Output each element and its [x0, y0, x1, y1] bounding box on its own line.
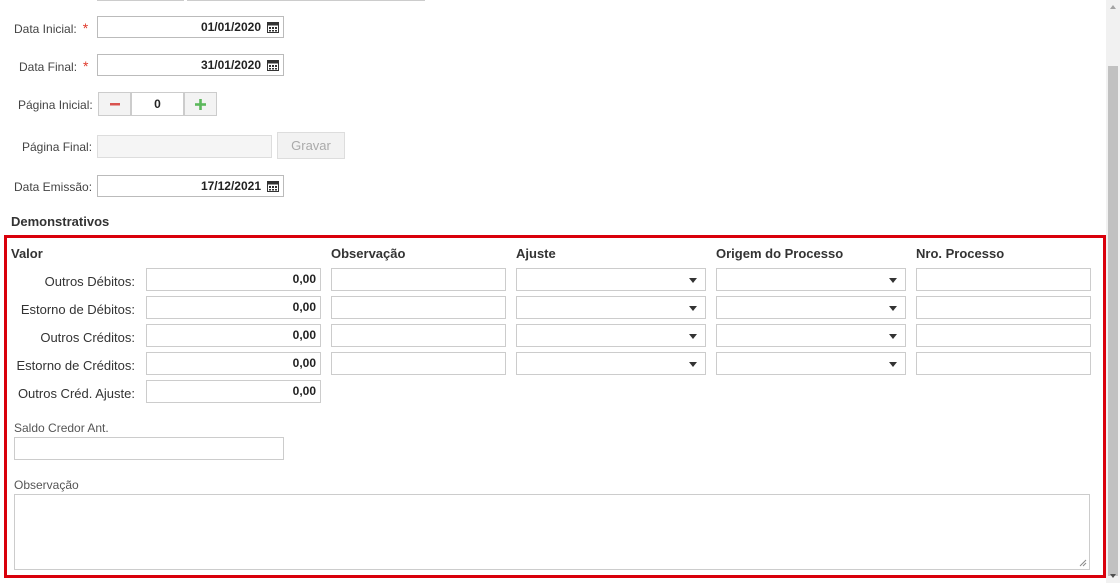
col-ajuste: Ajuste — [516, 246, 556, 261]
ajuste-select[interactable] — [516, 296, 706, 319]
required-marker: * — [83, 58, 89, 74]
nro-processo-input[interactable] — [916, 324, 1091, 347]
col-nro-processo: Nro. Processo — [916, 246, 1005, 261]
observacao-input[interactable] — [331, 296, 506, 319]
top-field-2[interactable] — [187, 0, 425, 1]
row-label: Outros Débitos: — [44, 274, 135, 289]
nro-processo-input[interactable] — [916, 268, 1091, 291]
col-observacao: Observação — [331, 246, 406, 261]
observacao-label: Observação — [14, 478, 79, 492]
chevron-down-icon — [889, 334, 897, 339]
required-marker: * — [82, 20, 89, 36]
row-label: Outros Créd. Ajuste: — [17, 386, 135, 401]
row-label: Outros Créditos: — [40, 330, 135, 345]
data-inicial-field[interactable]: 01/01/2020 — [97, 16, 284, 38]
chevron-down-icon — [889, 362, 897, 367]
saldo-credor-input[interactable] — [14, 437, 284, 460]
chevron-down-icon — [689, 362, 697, 367]
pagina-inicial-input[interactable]: 0 — [131, 92, 184, 116]
top-field-1[interactable] — [97, 0, 184, 1]
gravar-button[interactable]: Gravar — [277, 132, 345, 159]
origem-select[interactable] — [716, 324, 906, 347]
data-emissao-value: 17/12/2021 — [200, 179, 261, 193]
row-label: Estorno de Créditos: — [16, 358, 135, 373]
valor-input[interactable]: 0,00 — [146, 296, 321, 319]
chevron-down-icon — [689, 306, 697, 311]
data-emissao-field[interactable]: 17/12/2021 — [97, 175, 284, 197]
col-valor: Valor — [11, 246, 43, 261]
vertical-scrollbar[interactable] — [1106, 0, 1120, 583]
ajuste-select[interactable] — [516, 352, 706, 375]
decrement-button[interactable] — [98, 92, 131, 116]
data-inicial-label: Data Inicial: * — [14, 20, 89, 36]
origem-select[interactable] — [716, 352, 906, 375]
pagina-final-input[interactable] — [97, 135, 272, 158]
col-origem: Origem do Processo — [716, 246, 844, 261]
section-title: Demonstrativos — [11, 214, 110, 229]
saldo-credor-label: Saldo Credor Ant. — [14, 421, 109, 435]
valor-input[interactable]: 0,00 — [146, 352, 321, 375]
scroll-up-icon[interactable] — [1106, 0, 1120, 14]
chevron-down-icon — [689, 334, 697, 339]
plus-icon — [195, 98, 206, 110]
calendar-icon[interactable] — [267, 180, 279, 192]
chevron-down-icon — [889, 306, 897, 311]
scroll-down-icon[interactable] — [1106, 569, 1120, 583]
increment-button[interactable] — [184, 92, 217, 116]
chevron-down-icon — [889, 278, 897, 283]
origem-select[interactable] — [716, 296, 906, 319]
ajuste-select[interactable] — [516, 268, 706, 291]
observacao-input[interactable] — [331, 324, 506, 347]
valor-input[interactable]: 0,00 — [146, 268, 321, 291]
data-final-field[interactable]: 31/01/2020 — [97, 54, 284, 76]
observacao-input[interactable] — [331, 268, 506, 291]
row-label: Estorno de Débitos: — [20, 302, 135, 317]
data-final-value: 31/01/2020 — [200, 58, 261, 72]
observacao-input[interactable] — [331, 352, 506, 375]
calendar-icon[interactable] — [267, 21, 279, 33]
valor-input[interactable]: 0,00 — [146, 380, 321, 403]
origem-select[interactable] — [716, 268, 906, 291]
nro-processo-input[interactable] — [916, 352, 1091, 375]
minus-icon — [109, 103, 120, 106]
pagina-final-label: Página Final: — [22, 140, 93, 154]
resize-grip-icon[interactable] — [1079, 559, 1087, 567]
data-inicial-value: 01/01/2020 — [200, 20, 261, 34]
ajuste-select[interactable] — [516, 324, 706, 347]
valor-input[interactable]: 0,00 — [146, 324, 321, 347]
scroll-thumb[interactable] — [1108, 66, 1118, 576]
calendar-icon[interactable] — [267, 59, 279, 71]
pagina-inicial-label: Página Inicial: — [18, 98, 93, 112]
chevron-down-icon — [689, 278, 697, 283]
observacao-textarea[interactable] — [14, 494, 1090, 570]
data-final-label: Data Final: * — [19, 58, 89, 74]
data-emissao-label: Data Emissão: — [14, 180, 93, 194]
nro-processo-input[interactable] — [916, 296, 1091, 319]
